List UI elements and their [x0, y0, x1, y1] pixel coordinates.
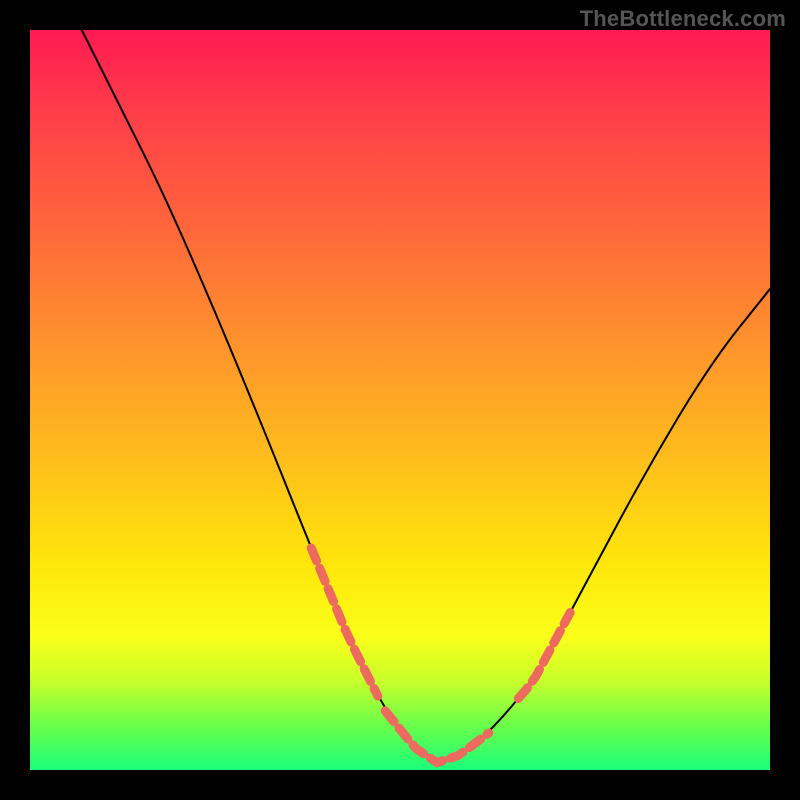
highlight-valley-cluster: [385, 711, 489, 763]
watermark-text: TheBottleneck.com: [580, 6, 786, 32]
bottleneck-curve: [82, 30, 770, 760]
highlight-right-cluster: [518, 612, 570, 698]
plot-area: [30, 30, 770, 770]
chart-frame: TheBottleneck.com: [0, 0, 800, 800]
chart-svg: [30, 30, 770, 770]
highlight-left-cluster: [311, 548, 378, 696]
